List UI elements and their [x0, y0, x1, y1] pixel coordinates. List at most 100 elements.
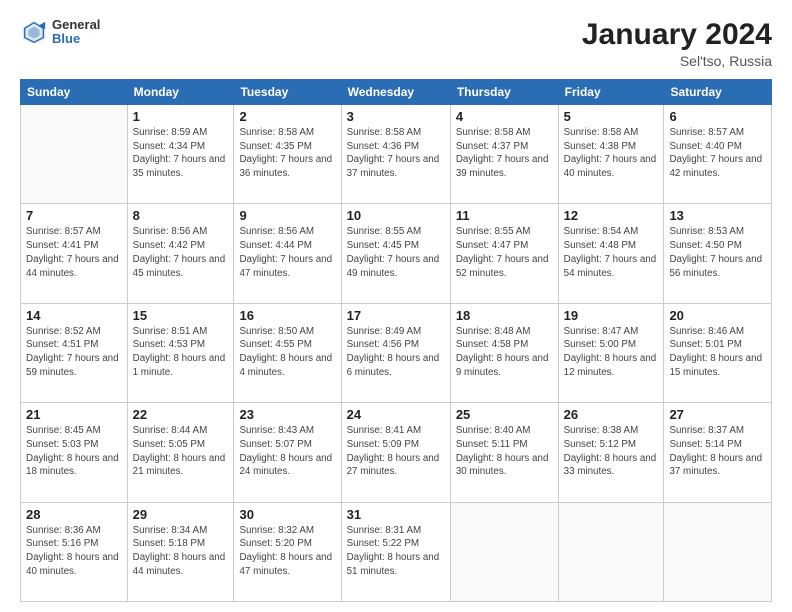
cell-day-number: 1: [133, 109, 229, 124]
cell-day-number: 6: [669, 109, 766, 124]
cell-day-number: 2: [239, 109, 335, 124]
cell-day-number: 3: [347, 109, 445, 124]
cell-info: Sunrise: 8:57 AM Sunset: 4:40 PM Dayligh…: [669, 126, 766, 181]
calendar-cell: 26Sunrise: 8:38 AM Sunset: 5:12 PM Dayli…: [558, 403, 664, 502]
cell-info: Sunrise: 8:58 AM Sunset: 4:36 PM Dayligh…: [347, 126, 445, 181]
calendar-subtitle: Sel'tso, Russia: [582, 53, 772, 69]
calendar-week-row: 1 Sunrise: 8:59 AM Sunset: 4:34 PM Daylig…: [21, 105, 772, 204]
cell-info: Sunrise: 8:56 AM Sunset: 4:44 PM Dayligh…: [239, 225, 335, 280]
cell-info: Sunrise: 8:34 AM Sunset: 5:18 PM Dayligh…: [133, 524, 229, 579]
cell-day-number: 4: [456, 109, 553, 124]
calendar-header-cell: Sunday: [21, 80, 128, 105]
logo-text: General Blue: [52, 18, 100, 47]
cell-info: Sunrise: 8:36 AM Sunset: 5:16 PM Dayligh…: [26, 524, 122, 579]
cell-day-number: 30: [239, 507, 335, 522]
cell-day-number: 19: [564, 308, 659, 323]
logo: General Blue: [20, 18, 100, 47]
calendar-title: January 2024: [582, 18, 772, 51]
calendar-cell: 9Sunrise: 8:56 AM Sunset: 4:44 PM Daylig…: [234, 204, 341, 303]
calendar-header-cell: Friday: [558, 80, 664, 105]
cell-info: Sunrise: 8:52 AM Sunset: 4:51 PM Dayligh…: [26, 325, 122, 380]
cell-day-number: 25: [456, 407, 553, 422]
calendar-cell: 24Sunrise: 8:41 AM Sunset: 5:09 PM Dayli…: [341, 403, 450, 502]
cell-info: Sunrise: 8:48 AM Sunset: 4:58 PM Dayligh…: [456, 325, 553, 380]
calendar-cell: 30 Sunrise: 8:32 AM Sunset: 5:20 PM Dayli…: [234, 502, 341, 601]
calendar-week-row: 28Sunrise: 8:36 AM Sunset: 5:16 PM Dayli…: [21, 502, 772, 601]
calendar-cell: 5Sunrise: 8:58 AM Sunset: 4:38 PM Daylig…: [558, 105, 664, 204]
calendar-cell: 31Sunrise: 8:31 AM Sunset: 5:22 PM Dayli…: [341, 502, 450, 601]
cell-info: Sunrise: 8:55 AM Sunset: 4:47 PM Dayligh…: [456, 225, 553, 280]
calendar-cell: 15 Sunrise: 8:51 AM Sunset: 4:53 PM Dayli…: [127, 303, 234, 402]
cell-info: Sunrise: 8:58 AM Sunset: 4:37 PM Dayligh…: [456, 126, 553, 181]
calendar-week-row: 7 Sunrise: 8:57 AM Sunset: 4:41 PM Daylig…: [21, 204, 772, 303]
cell-day-number: 13: [669, 208, 766, 223]
cell-day-number: 22: [133, 407, 229, 422]
cell-info: Sunrise: 8:57 AM Sunset: 4:41 PM Dayligh…: [26, 225, 122, 280]
calendar-cell: 4 Sunrise: 8:58 AM Sunset: 4:37 PM Daylig…: [450, 105, 558, 204]
calendar-cell: [450, 502, 558, 601]
cell-info: Sunrise: 8:56 AM Sunset: 4:42 PM Dayligh…: [133, 225, 229, 280]
calendar-week-row: 14 Sunrise: 8:52 AM Sunset: 4:51 PM Dayli…: [21, 303, 772, 402]
cell-day-number: 18: [456, 308, 553, 323]
calendar-header-cell: Saturday: [664, 80, 772, 105]
cell-info: Sunrise: 8:31 AM Sunset: 5:22 PM Dayligh…: [347, 524, 445, 579]
cell-info: Sunrise: 8:37 AM Sunset: 5:14 PM Dayligh…: [669, 424, 766, 479]
title-block: January 2024 Sel'tso, Russia: [582, 18, 772, 69]
cell-day-number: 15: [133, 308, 229, 323]
cell-info: Sunrise: 8:47 AM Sunset: 5:00 PM Dayligh…: [564, 325, 659, 380]
cell-day-number: 7: [26, 208, 122, 223]
cell-day-number: 27: [669, 407, 766, 422]
calendar-cell: [664, 502, 772, 601]
calendar-header-row: SundayMondayTuesdayWednesdayThursdayFrid…: [21, 80, 772, 105]
calendar-cell: 6 Sunrise: 8:57 AM Sunset: 4:40 PM Daylig…: [664, 105, 772, 204]
calendar-cell: 28Sunrise: 8:36 AM Sunset: 5:16 PM Dayli…: [21, 502, 128, 601]
calendar-cell: 18 Sunrise: 8:48 AM Sunset: 4:58 PM Dayli…: [450, 303, 558, 402]
cell-day-number: 17: [347, 308, 445, 323]
cell-info: Sunrise: 8:40 AM Sunset: 5:11 PM Dayligh…: [456, 424, 553, 479]
calendar-cell: 17 Sunrise: 8:49 AM Sunset: 4:56 PM Dayli…: [341, 303, 450, 402]
cell-info: Sunrise: 8:59 AM Sunset: 4:34 PM Dayligh…: [133, 126, 229, 181]
cell-day-number: 5: [564, 109, 659, 124]
calendar-header-cell: Wednesday: [341, 80, 450, 105]
calendar-cell: 22 Sunrise: 8:44 AM Sunset: 5:05 PM Dayli…: [127, 403, 234, 502]
calendar-cell: 7 Sunrise: 8:57 AM Sunset: 4:41 PM Daylig…: [21, 204, 128, 303]
page: General Blue January 2024 Sel'tso, Russi…: [0, 0, 792, 612]
cell-info: Sunrise: 8:45 AM Sunset: 5:03 PM Dayligh…: [26, 424, 122, 479]
logo-blue-text: Blue: [52, 32, 100, 46]
cell-info: Sunrise: 8:53 AM Sunset: 4:50 PM Dayligh…: [669, 225, 766, 280]
cell-day-number: 20: [669, 308, 766, 323]
cell-info: Sunrise: 8:44 AM Sunset: 5:05 PM Dayligh…: [133, 424, 229, 479]
calendar-header-cell: Thursday: [450, 80, 558, 105]
calendar-cell: 25 Sunrise: 8:40 AM Sunset: 5:11 PM Dayli…: [450, 403, 558, 502]
cell-day-number: 23: [239, 407, 335, 422]
calendar-cell: 2Sunrise: 8:58 AM Sunset: 4:35 PM Daylig…: [234, 105, 341, 204]
calendar-cell: 10Sunrise: 8:55 AM Sunset: 4:45 PM Dayli…: [341, 204, 450, 303]
calendar-cell: 1 Sunrise: 8:59 AM Sunset: 4:34 PM Daylig…: [127, 105, 234, 204]
cell-info: Sunrise: 8:49 AM Sunset: 4:56 PM Dayligh…: [347, 325, 445, 380]
cell-day-number: 24: [347, 407, 445, 422]
cell-info: Sunrise: 8:50 AM Sunset: 4:55 PM Dayligh…: [239, 325, 335, 380]
calendar-cell: 11Sunrise: 8:55 AM Sunset: 4:47 PM Dayli…: [450, 204, 558, 303]
calendar-cell: 20 Sunrise: 8:46 AM Sunset: 5:01 PM Dayli…: [664, 303, 772, 402]
cell-day-number: 29: [133, 507, 229, 522]
cell-day-number: 21: [26, 407, 122, 422]
calendar-cell: 19 Sunrise: 8:47 AM Sunset: 5:00 PM Dayli…: [558, 303, 664, 402]
calendar-cell: 23 Sunrise: 8:43 AM Sunset: 5:07 PM Dayli…: [234, 403, 341, 502]
cell-day-number: 16: [239, 308, 335, 323]
logo-icon: [20, 18, 48, 46]
calendar-cell: 12Sunrise: 8:54 AM Sunset: 4:48 PM Dayli…: [558, 204, 664, 303]
calendar-week-row: 21 Sunrise: 8:45 AM Sunset: 5:03 PM Dayli…: [21, 403, 772, 502]
cell-day-number: 10: [347, 208, 445, 223]
cell-info: Sunrise: 8:51 AM Sunset: 4:53 PM Dayligh…: [133, 325, 229, 380]
calendar-cell: 16 Sunrise: 8:50 AM Sunset: 4:55 PM Dayli…: [234, 303, 341, 402]
calendar-cell: 13 Sunrise: 8:53 AM Sunset: 4:50 PM Dayli…: [664, 204, 772, 303]
cell-info: Sunrise: 8:32 AM Sunset: 5:20 PM Dayligh…: [239, 524, 335, 579]
calendar-cell: [21, 105, 128, 204]
cell-day-number: 14: [26, 308, 122, 323]
cell-info: Sunrise: 8:46 AM Sunset: 5:01 PM Dayligh…: [669, 325, 766, 380]
calendar-cell: [558, 502, 664, 601]
cell-day-number: 8: [133, 208, 229, 223]
cell-info: Sunrise: 8:43 AM Sunset: 5:07 PM Dayligh…: [239, 424, 335, 479]
header: General Blue January 2024 Sel'tso, Russi…: [20, 18, 772, 69]
calendar-header-cell: Tuesday: [234, 80, 341, 105]
